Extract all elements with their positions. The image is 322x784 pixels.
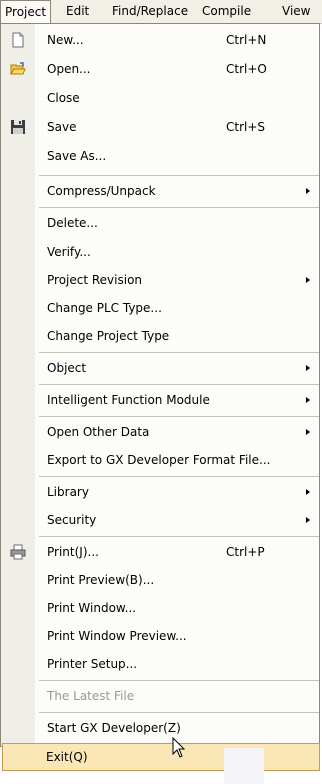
menu-item-change-project-type[interactable]: Change Project Type <box>1 322 319 350</box>
menu-item-open[interactable]: Open... Ctrl+O <box>1 55 319 83</box>
menu-compile[interactable]: Compile <box>198 0 255 23</box>
new-file-icon <box>12 32 24 48</box>
menu-item-label: Security <box>47 513 97 527</box>
menu-bar: Project Edit Find/Replace Compile View <box>0 0 322 24</box>
submenu-arrow-icon <box>306 188 310 194</box>
menu-item-print-preview[interactable]: Print Preview(B)... <box>1 566 319 594</box>
menu-item-latest-file: The Latest File <box>1 682 319 710</box>
menu-item-label: Verify... <box>47 245 91 259</box>
menu-separator <box>39 175 319 176</box>
menu-separator <box>39 352 319 353</box>
menu-item-save[interactable]: Save Ctrl+S <box>1 113 319 141</box>
submenu-arrow-icon <box>306 517 310 523</box>
menu-separator <box>39 476 319 477</box>
menu-item-change-plc-type[interactable]: Change PLC Type... <box>1 294 319 322</box>
menu-item-label: Printer Setup... <box>47 657 138 671</box>
submenu-arrow-icon <box>306 397 310 403</box>
menu-item-object[interactable]: Object <box>1 354 319 382</box>
menu-item-label: Exit(Q) <box>46 750 88 764</box>
menu-item-label: Library <box>47 485 89 499</box>
menu-item-label: Open... <box>47 62 91 76</box>
menu-separator <box>39 536 319 537</box>
menu-item-print[interactable]: Print(J)... Ctrl+P <box>1 538 319 566</box>
menu-item-label: Start GX Developer(Z) <box>47 721 181 735</box>
menu-separator <box>39 207 319 208</box>
menu-separator <box>39 416 319 417</box>
menu-project[interactable]: Project <box>0 0 52 23</box>
menu-item-label: Print Window Preview... <box>47 629 187 643</box>
menu-item-label: Change PLC Type... <box>47 301 162 315</box>
shortcut-text: Ctrl+P <box>226 545 265 559</box>
menu-edit[interactable]: Edit <box>62 0 93 23</box>
menu-view[interactable]: View <box>278 0 314 23</box>
menu-item-label: Project Revision <box>47 273 143 287</box>
menu-item-new[interactable]: New... Ctrl+N <box>1 26 319 54</box>
project-dropdown-menu: New... Ctrl+N Open... Ctrl+O Close Save … <box>0 23 320 747</box>
menu-item-print-window-preview[interactable]: Print Window Preview... <box>1 622 319 650</box>
menu-separator <box>39 712 319 713</box>
save-disk-icon <box>11 120 25 134</box>
menu-item-label: Object <box>47 361 87 375</box>
menu-item-save-as[interactable]: Save As... <box>1 142 319 170</box>
menu-item-label: Print Window... <box>47 601 137 615</box>
submenu-arrow-icon <box>306 489 310 495</box>
menu-item-label: Export to GX Developer Format File... <box>47 453 271 467</box>
menu-item-label: Intelligent Function Module <box>47 393 210 407</box>
menu-item-printer-setup[interactable]: Printer Setup... <box>1 650 319 678</box>
shortcut-text: Ctrl+N <box>226 33 267 47</box>
menu-item-open-other-data[interactable]: Open Other Data <box>1 418 319 446</box>
menu-item-security[interactable]: Security <box>1 506 319 534</box>
menu-item-label: Save As... <box>47 149 107 163</box>
mouse-pointer-icon <box>172 737 186 758</box>
shortcut-text: Ctrl+S <box>226 120 266 134</box>
menu-item-label: Print(J)... <box>47 545 99 559</box>
menu-item-verify[interactable]: Verify... <box>1 238 319 266</box>
submenu-arrow-icon <box>306 277 310 283</box>
submenu-arrow-icon <box>306 365 310 371</box>
menu-item-start-gx-developer[interactable]: Start GX Developer(Z) <box>1 714 319 742</box>
menu-item-label: Change Project Type <box>47 329 170 343</box>
menu-item-intelligent-function-module[interactable]: Intelligent Function Module <box>1 386 319 414</box>
menu-item-project-revision[interactable]: Project Revision <box>1 266 319 294</box>
printer-icon <box>10 544 26 560</box>
menu-item-compress-unpack[interactable]: Compress/Unpack <box>1 177 319 205</box>
menu-item-close[interactable]: Close <box>1 84 319 112</box>
menu-item-label: Delete... <box>47 216 98 230</box>
menu-item-label: Close <box>47 91 80 105</box>
menu-item-label: New... <box>47 33 84 47</box>
background-panel <box>224 748 264 784</box>
menu-item-label: Open Other Data <box>47 425 150 439</box>
shortcut-text: Ctrl+O <box>226 62 267 76</box>
menu-separator <box>39 680 319 681</box>
open-folder-icon <box>10 62 26 75</box>
menu-item-label: Compress/Unpack <box>47 184 156 198</box>
menu-item-delete[interactable]: Delete... <box>1 209 319 237</box>
menu-item-label: Save <box>47 120 77 134</box>
menu-item-library[interactable]: Library <box>1 478 319 506</box>
menu-item-label: Print Preview(B)... <box>47 573 155 587</box>
submenu-arrow-icon <box>306 429 310 435</box>
menu-find-replace[interactable]: Find/Replace <box>108 0 192 23</box>
menu-item-print-window[interactable]: Print Window... <box>1 594 319 622</box>
menu-separator <box>39 384 319 385</box>
menu-item-label: The Latest File <box>47 689 135 703</box>
menu-item-export-gx-developer[interactable]: Export to GX Developer Format File... <box>1 446 319 474</box>
menu-item-exit[interactable]: Exit(Q) <box>2 743 320 771</box>
